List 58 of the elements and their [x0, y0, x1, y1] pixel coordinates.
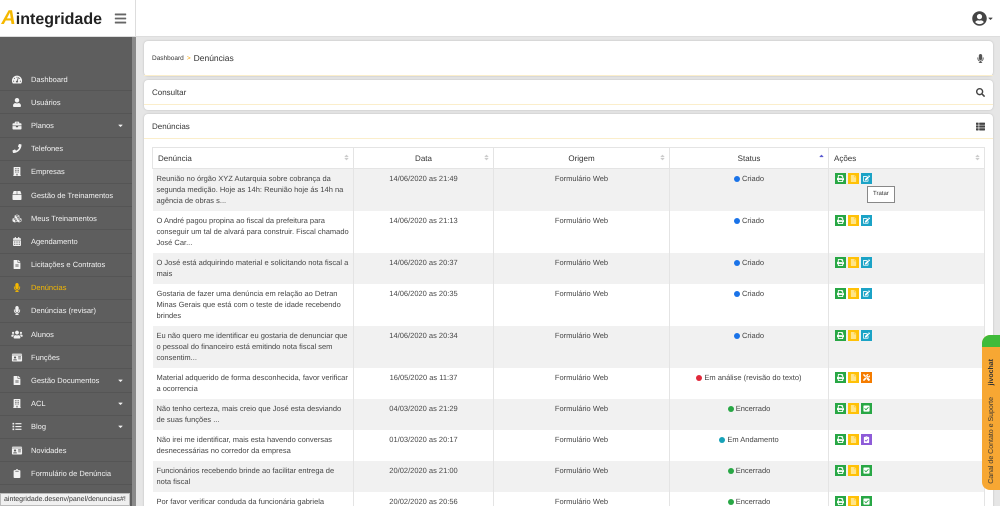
list-icon: [11, 422, 23, 432]
clipboard-button[interactable]: [861, 434, 872, 445]
column-header[interactable]: Origem: [494, 148, 670, 168]
list-view-icon[interactable]: [976, 122, 985, 130]
phone-icon: [11, 144, 23, 154]
column-header[interactable]: Ações: [828, 148, 984, 168]
tools-button[interactable]: [861, 372, 872, 383]
edit-button[interactable]: [861, 257, 872, 268]
checkbox-button[interactable]: [861, 496, 872, 506]
print-button[interactable]: [835, 496, 846, 506]
id-card-icon: [11, 446, 23, 455]
clipboard-icon: [11, 468, 23, 478]
panel-title: Denúncias: [152, 122, 190, 130]
column-header[interactable]: Status: [670, 148, 828, 168]
checkbox-button[interactable]: [861, 465, 872, 476]
document-icon: [11, 260, 23, 270]
caret-icon: [117, 122, 124, 129]
chat-tab-cap: [982, 335, 1000, 347]
print-button[interactable]: [835, 434, 846, 445]
edit-button[interactable]: [861, 288, 872, 299]
search-icon[interactable]: [976, 88, 985, 96]
print-button[interactable]: [835, 403, 846, 414]
column-header[interactable]: Denúncia: [152, 148, 354, 168]
edit-button[interactable]: [861, 330, 872, 341]
gauge-icon: [11, 74, 23, 84]
logo: Aintegridade: [1, 6, 102, 30]
building-icon: [11, 167, 23, 176]
cubes-icon: [11, 214, 23, 223]
building-icon: [11, 399, 23, 408]
group-icon: [11, 330, 23, 339]
edit-button[interactable]: [861, 173, 872, 184]
breadcrumb-current: Denúncias: [194, 53, 234, 63]
microphone-icon: [11, 306, 23, 316]
microphone-icon: [11, 283, 23, 292]
document-icon: [11, 376, 23, 386]
edit-button[interactable]: [861, 215, 872, 226]
caret-icon: [117, 377, 124, 384]
print-button[interactable]: [835, 173, 846, 184]
calendar-icon: [11, 236, 23, 246]
menu-icon[interactable]: [114, 12, 127, 24]
microphone-icon[interactable]: [976, 54, 985, 62]
user-avatar-icon[interactable]: [972, 10, 987, 26]
checkbox-button[interactable]: [861, 403, 872, 414]
print-button[interactable]: [835, 330, 846, 341]
print-button[interactable]: [835, 465, 846, 476]
caret-icon: [117, 400, 124, 408]
caret-icon[interactable]: [987, 14, 994, 22]
caret-icon: [117, 423, 124, 430]
print-button[interactable]: [835, 372, 846, 383]
user-icon: [11, 98, 23, 107]
column-header[interactable]: Data: [354, 148, 494, 168]
print-button[interactable]: [835, 288, 846, 299]
id-card-icon: [11, 352, 23, 362]
panel-title: Consultar: [152, 88, 186, 96]
print-button[interactable]: [835, 215, 846, 226]
print-button[interactable]: [835, 257, 846, 268]
box-icon: [11, 190, 23, 200]
briefcase-icon: [11, 120, 23, 130]
